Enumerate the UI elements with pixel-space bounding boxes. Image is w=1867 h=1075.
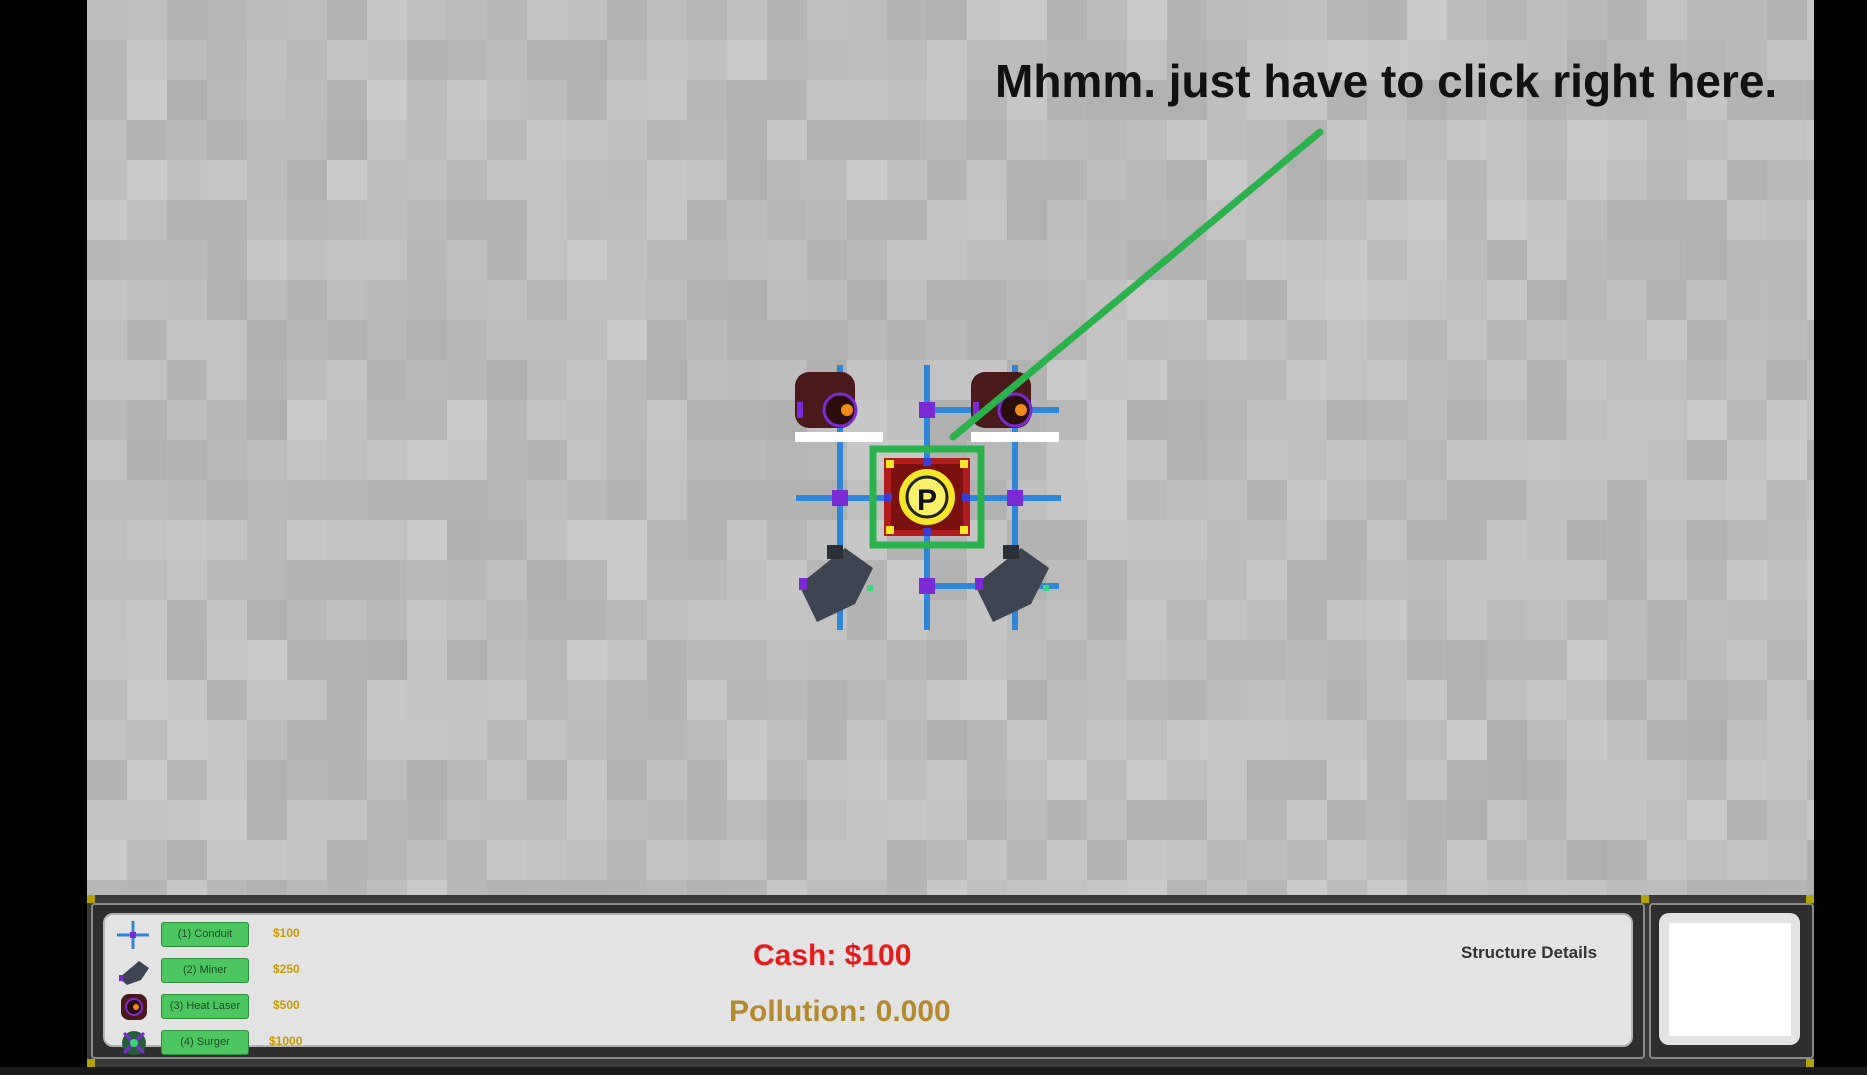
conduit-price: $100: [273, 926, 300, 940]
buy-heat-laser-button[interactable]: (3) Heat Laser: [161, 994, 249, 1019]
surger-price: $1000: [269, 1034, 303, 1048]
conduit-icon: [117, 921, 149, 949]
heat-laser-icon: [121, 994, 147, 1020]
heat-laser-price: $500: [273, 998, 300, 1012]
hud-corner: [87, 895, 95, 903]
game-viewport[interactable]: Mhmm. just have to click right here. P: [87, 0, 1814, 895]
hud-corner: [1641, 895, 1649, 903]
hud-bar: (1) Conduit $100 (2) Miner $250 (3) Heat…: [87, 895, 1814, 1067]
hud-main-panel: (1) Conduit $100 (2) Miner $250 (3) Heat…: [91, 903, 1645, 1059]
shop-row-miner: (2) Miner $250: [105, 955, 325, 985]
surger-icon: [122, 1031, 146, 1055]
os-taskbar-strip: [0, 1067, 1867, 1075]
cash-readout: Cash: $100: [753, 939, 912, 972]
hud-corner: [87, 1059, 95, 1067]
miner-icon: [119, 961, 149, 985]
shop-row-surger: (4) Surger $1000: [105, 1027, 325, 1057]
shop-row-heat-laser: (3) Heat Laser $500: [105, 991, 325, 1021]
pointer-arrow: [949, 128, 1324, 441]
pollution-readout: Pollution: 0.000: [729, 995, 951, 1028]
miner-price: $250: [273, 962, 300, 976]
structure-preview-panel: [1649, 903, 1814, 1059]
hud-corner: [1806, 1059, 1814, 1067]
buy-miner-button[interactable]: (2) Miner: [161, 958, 249, 983]
buy-conduit-button[interactable]: (1) Conduit: [161, 922, 249, 947]
structure-preview: [1669, 923, 1791, 1036]
hud-corner: [1806, 895, 1814, 903]
hud-main-inner: (1) Conduit $100 (2) Miner $250 (3) Heat…: [103, 913, 1633, 1055]
buy-surger-button[interactable]: (4) Surger: [161, 1030, 249, 1055]
shop-row-conduit: (1) Conduit $100: [105, 919, 325, 949]
structure-preview-inner: [1659, 913, 1800, 1045]
structure-details-heading: Structure Details: [1461, 943, 1598, 962]
